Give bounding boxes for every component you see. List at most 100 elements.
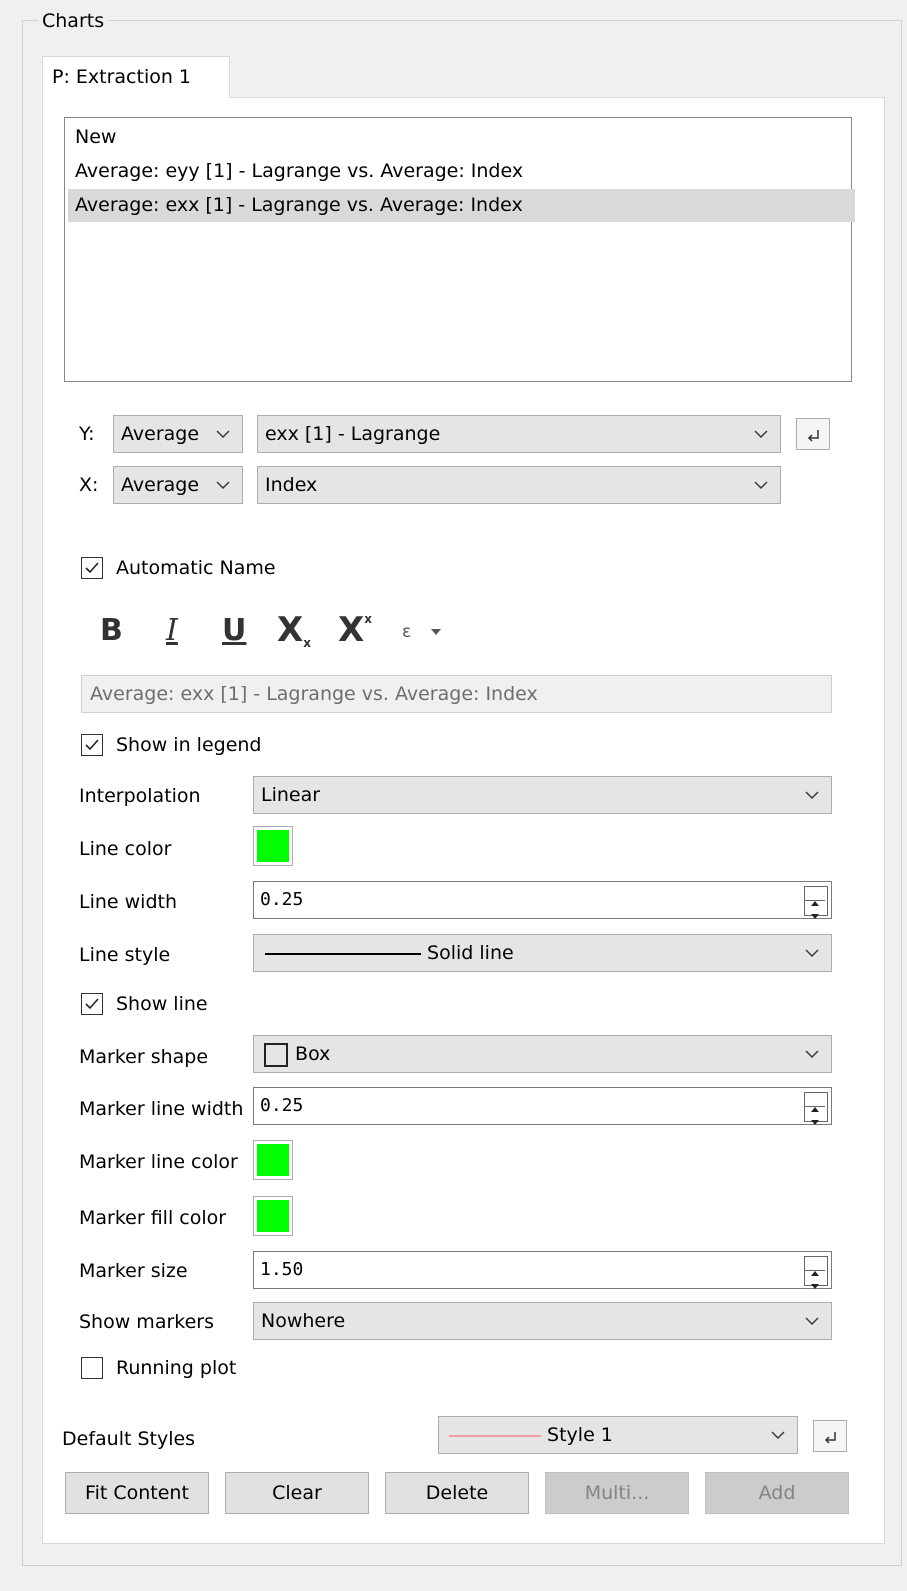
line-width-value: 0.25	[260, 889, 304, 910]
marker-line-color-label: Marker line color	[79, 1151, 238, 1173]
marker-fill-color-swatch[interactable]	[253, 1196, 293, 1236]
interpolation-select[interactable]: Linear	[253, 776, 832, 814]
apply-style-button[interactable]	[813, 1420, 847, 1452]
chart-list[interactable]: New Average: eyy [1] - Lagrange vs. Aver…	[64, 117, 855, 382]
swap-axes-button[interactable]	[796, 418, 830, 450]
line-color-label: Line color	[79, 838, 172, 860]
automatic-name-checkbox[interactable]	[81, 557, 103, 579]
spin-down-icon[interactable]	[805, 900, 825, 919]
chevron-down-icon	[805, 1317, 819, 1325]
marker-line-color-fill	[257, 1144, 289, 1176]
marker-size-value: 1.50	[260, 1259, 304, 1280]
chevron-down-icon	[771, 1431, 785, 1439]
box-shape-icon	[264, 1042, 288, 1067]
automatic-name-label: Automatic Name	[116, 557, 276, 579]
show-line-label: Show line	[116, 993, 208, 1015]
chevron-down-icon	[216, 430, 230, 438]
enter-arrow-icon	[807, 430, 819, 442]
show-markers-label: Show markers	[79, 1311, 214, 1333]
style-line-preview-icon	[449, 1434, 541, 1437]
show-in-legend-checkbox[interactable]	[81, 734, 103, 756]
multi-button[interactable]: Multi...	[545, 1472, 689, 1514]
y-aggregation-select[interactable]: Average	[113, 415, 243, 453]
list-item-selected[interactable]: Average: exx [1] - Lagrange vs. Average:…	[68, 189, 855, 222]
list-item[interactable]: New	[68, 121, 855, 154]
line-color-swatch[interactable]	[253, 826, 293, 866]
group-title: Charts	[38, 10, 109, 32]
list-item[interactable]: Average: eyy [1] - Lagrange vs. Average:…	[68, 155, 855, 188]
symbol-glyph: ε	[402, 622, 412, 642]
marker-fill-color-label: Marker fill color	[79, 1207, 227, 1229]
y-aggregation-value: Average	[121, 423, 200, 445]
superscript-small: x	[364, 612, 372, 626]
marker-line-width-value: 0.25	[260, 1095, 304, 1116]
spin-up-icon[interactable]	[805, 887, 825, 906]
line-width-spinner[interactable]	[804, 886, 828, 919]
superscript-glyph: X	[338, 610, 365, 650]
clear-button[interactable]: Clear	[225, 1472, 369, 1514]
interpolation-value: Linear	[261, 784, 321, 806]
checkmark-icon	[85, 562, 99, 574]
chevron-down-icon	[805, 791, 819, 799]
y-variable-select[interactable]: exx [1] - Lagrange	[257, 415, 781, 453]
underline-button[interactable]: U	[222, 613, 246, 648]
chevron-down-icon	[216, 481, 230, 489]
line-style-select[interactable]: Solid line	[253, 934, 832, 972]
chevron-down-icon	[805, 949, 819, 957]
marker-line-width-spinner[interactable]	[804, 1092, 828, 1125]
delete-button[interactable]: Delete	[385, 1472, 529, 1514]
marker-size-label: Marker size	[79, 1260, 188, 1282]
add-button[interactable]: Add	[705, 1472, 849, 1514]
marker-shape-select[interactable]: Box	[253, 1035, 832, 1073]
show-markers-select[interactable]: Nowhere	[253, 1302, 832, 1340]
marker-line-width-label: Marker line width	[79, 1098, 244, 1120]
y-variable-value: exx [1] - Lagrange	[265, 423, 441, 445]
subscript-small: x	[303, 636, 311, 650]
spin-down-icon[interactable]	[805, 1106, 825, 1125]
fit-content-button[interactable]: Fit Content	[65, 1472, 209, 1514]
spin-up-icon[interactable]	[805, 1093, 825, 1112]
show-markers-value: Nowhere	[261, 1310, 346, 1332]
solid-line-preview-icon	[265, 952, 421, 955]
chevron-down-icon	[754, 430, 768, 438]
bold-button[interactable]: B	[100, 613, 123, 648]
caret-down-icon	[430, 629, 441, 635]
marker-size-input[interactable]: 1.50	[253, 1251, 832, 1289]
marker-line-width-input[interactable]: 0.25	[253, 1087, 832, 1125]
x-axis-label: X:	[79, 474, 99, 496]
x-variable-value: Index	[265, 474, 318, 496]
spin-down-icon[interactable]	[805, 1270, 825, 1289]
show-line-checkbox[interactable]	[81, 993, 103, 1015]
chart-name-field[interactable]: Average: exx [1] - Lagrange vs. Average:…	[81, 675, 832, 713]
running-plot-checkbox[interactable]	[81, 1357, 103, 1379]
line-width-input[interactable]: 0.25	[253, 881, 832, 919]
x-aggregation-select[interactable]: Average	[113, 466, 243, 504]
italic-button[interactable]: I	[166, 613, 178, 648]
show-in-legend-label: Show in legend	[116, 734, 262, 756]
subscript-button[interactable]: Xx	[277, 610, 311, 650]
x-aggregation-value: Average	[121, 474, 200, 496]
chevron-down-icon	[754, 481, 768, 489]
line-width-label: Line width	[79, 891, 178, 913]
y-axis-label: Y:	[79, 423, 95, 445]
default-styles-label: Default Styles	[62, 1428, 196, 1450]
marker-size-spinner[interactable]	[804, 1256, 828, 1289]
marker-fill-color-fill	[257, 1200, 289, 1232]
checkmark-icon	[85, 739, 99, 751]
spin-up-icon[interactable]	[805, 1257, 825, 1276]
line-style-label: Line style	[79, 944, 171, 966]
enter-arrow-icon	[824, 1432, 836, 1444]
checkmark-icon	[85, 998, 99, 1010]
line-style-value: Solid line	[427, 942, 514, 964]
line-color-fill	[257, 830, 289, 862]
marker-shape-value: Box	[295, 1043, 331, 1065]
default-styles-select[interactable]: Style 1	[438, 1416, 798, 1454]
default-styles-value: Style 1	[547, 1424, 613, 1446]
marker-line-color-swatch[interactable]	[253, 1140, 293, 1180]
marker-shape-label: Marker shape	[79, 1046, 209, 1068]
superscript-button[interactable]: Xx	[338, 610, 372, 650]
tab-extraction[interactable]: P: Extraction 1	[42, 56, 230, 98]
x-variable-select[interactable]: Index	[257, 466, 781, 504]
symbol-button[interactable]: ε	[402, 622, 443, 642]
chevron-down-icon	[805, 1050, 819, 1058]
